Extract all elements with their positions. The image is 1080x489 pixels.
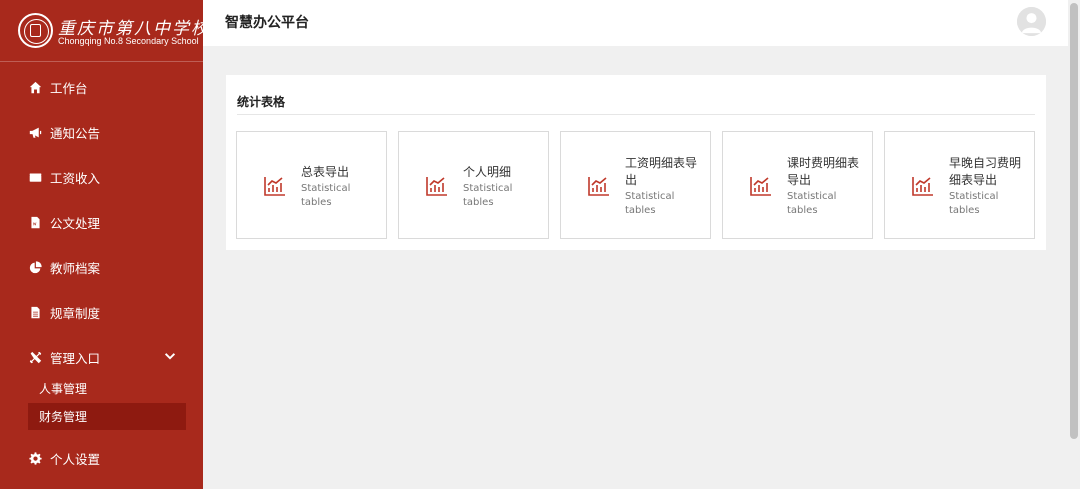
user-avatar-icon xyxy=(1017,7,1046,36)
sidebar-item-label: 规章制度 xyxy=(50,306,101,321)
sidebar-item-teacher-files[interactable]: 教师档案 xyxy=(0,245,203,290)
card-title: 工资明细表导出 xyxy=(625,156,698,187)
chevron-down-icon[interactable] xyxy=(163,349,177,363)
card-study-session-fee-export[interactable]: 早晚自习费明细表导出 Statistical tables xyxy=(884,131,1035,239)
card-subtitle: Statistical tables xyxy=(787,191,837,216)
school-name-en: Chongqing No.8 Secondary School xyxy=(58,36,199,46)
avatar[interactable] xyxy=(1017,7,1046,36)
sidebar-item-label: 通知公告 xyxy=(50,126,101,141)
card-title: 课时费明细表导出 xyxy=(787,156,860,187)
tools-icon xyxy=(28,351,42,365)
sidebar-item-documents[interactable]: 公文处理 xyxy=(0,200,203,245)
card-subtitle: Statistical tables xyxy=(949,191,999,216)
sidebar-item-notices[interactable]: 通知公告 xyxy=(0,110,203,155)
panel-title: 统计表格 xyxy=(237,95,286,109)
card-salary-detail-export[interactable]: 工资明细表导出 Statistical tables xyxy=(560,131,711,239)
scrollbar-thumb[interactable] xyxy=(1070,3,1078,439)
bar-chart-icon xyxy=(587,174,611,198)
card-title: 总表导出 xyxy=(301,165,350,179)
school-logo[interactable]: 重庆市第八中学校 Chongqing No.8 Secondary School xyxy=(0,0,208,62)
bar-chart-icon xyxy=(749,174,773,198)
card-personal-detail[interactable]: 个人明细 Statistical tables xyxy=(398,131,549,239)
sidebar-item-label: 教师档案 xyxy=(50,261,101,276)
pie-chart-icon xyxy=(28,261,42,275)
gear-icon xyxy=(28,452,42,466)
card-title: 个人明细 xyxy=(463,165,512,179)
page-title: 智慧办公平台 xyxy=(225,14,309,30)
card-lesson-fee-export[interactable]: 课时费明细表导出 Statistical tables xyxy=(722,131,873,239)
sidebar-item-personal-settings[interactable]: 个人设置 xyxy=(0,436,203,481)
school-seal-icon xyxy=(18,13,53,48)
card-subtitle: Statistical tables xyxy=(625,191,675,216)
sidebar-item-label: 管理入口 xyxy=(50,351,101,366)
card-summary-export[interactable]: 总表导出 Statistical tables xyxy=(236,131,387,239)
sidebar-item-workbench[interactable]: 工作台 xyxy=(0,65,203,110)
top-header: 智慧办公平台 xyxy=(203,0,1068,46)
statistics-panel: 统计表格 总表导出 Statistical tables 个人明细 Statis… xyxy=(226,75,1046,250)
sidebar-subitem-hr[interactable]: 人事管理 xyxy=(28,375,186,402)
card-subtitle: Statistical tables xyxy=(463,183,513,208)
bar-chart-icon xyxy=(425,174,449,198)
file-icon xyxy=(28,306,42,320)
card-subtitle: Statistical tables xyxy=(301,183,351,208)
sidebar-subitem-finance[interactable]: 财务管理 xyxy=(28,403,186,430)
bar-chart-icon xyxy=(263,174,287,198)
word-document-icon xyxy=(28,216,42,230)
home-icon xyxy=(28,81,42,95)
panel-divider xyxy=(237,114,1035,115)
sidebar-item-salary[interactable]: 工资收入 xyxy=(0,155,203,200)
sidebar: 重庆市第八中学校 Chongqing No.8 Secondary School… xyxy=(0,0,208,489)
sidebar-item-management[interactable]: 管理入口 xyxy=(0,335,203,380)
page-scrollbar[interactable] xyxy=(1068,0,1080,489)
sidebar-item-label: 工资收入 xyxy=(50,171,101,186)
wallet-icon xyxy=(28,171,42,185)
bar-chart-icon xyxy=(911,174,935,198)
sidebar-item-label: 个人设置 xyxy=(50,452,101,467)
sidebar-item-regulations[interactable]: 规章制度 xyxy=(0,290,203,335)
sidebar-item-label: 工作台 xyxy=(50,81,88,96)
sidebar-item-label: 公文处理 xyxy=(50,216,101,231)
megaphone-icon xyxy=(28,126,42,140)
card-title: 早晚自习费明细表导出 xyxy=(949,156,1022,187)
